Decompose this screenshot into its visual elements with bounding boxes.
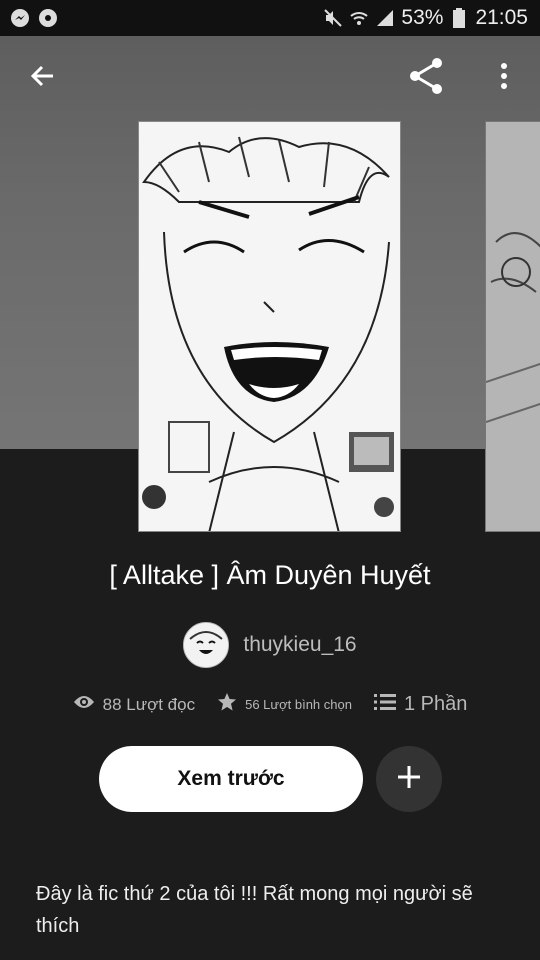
reads-count: 88 Lượt đọc (102, 694, 196, 714)
avatar[interactable] (183, 622, 230, 668)
share-button[interactable] (402, 54, 450, 102)
add-to-library-button[interactable] (376, 746, 442, 812)
reads-stat: 88 Lượt đọc (73, 694, 195, 715)
list-icon (373, 693, 396, 716)
more-button[interactable] (480, 54, 528, 102)
story-cover[interactable] (138, 121, 401, 532)
more-vert-icon (500, 62, 508, 94)
story-stats: 88 Lượt đọc 56 Lượt bình chọn 1 Phần (0, 692, 540, 717)
status-bar: 53% 21:05 (0, 0, 540, 36)
signal-icon (375, 8, 395, 28)
status-right: 53% 21:05 (323, 6, 540, 30)
share-icon (407, 57, 445, 100)
parts-stat: 1 Phần (373, 693, 468, 716)
arrow-left-icon (29, 63, 55, 94)
author-name[interactable]: thuykieu_16 (243, 633, 356, 657)
battery-icon (449, 8, 469, 28)
notification-icon (38, 8, 58, 28)
parts-count: 1 Phần (403, 693, 468, 715)
mute-icon (323, 8, 343, 28)
votes-stat: 56 Lượt bình chọn (217, 692, 352, 717)
eye-icon (73, 694, 95, 715)
story-description: Đây là fic thứ 2 của tôi !!! Rất mong mọ… (36, 883, 473, 937)
back-button[interactable] (18, 54, 66, 102)
votes-count: 56 Lượt bình chọn (245, 697, 352, 712)
wifi-icon (349, 8, 369, 28)
battery-percent: 53% (401, 6, 444, 29)
star-icon (217, 692, 237, 717)
author-row[interactable]: thuykieu_16 (0, 622, 540, 668)
clock: 21:05 (475, 6, 528, 29)
next-story-cover[interactable] (485, 121, 540, 532)
plus-icon (396, 764, 422, 795)
preview-button[interactable]: Xem trước (99, 746, 363, 812)
messenger-icon (10, 8, 30, 28)
story-title: [ Alltake ] Âm Duyên Huyết (109, 560, 431, 590)
status-left (0, 8, 58, 28)
